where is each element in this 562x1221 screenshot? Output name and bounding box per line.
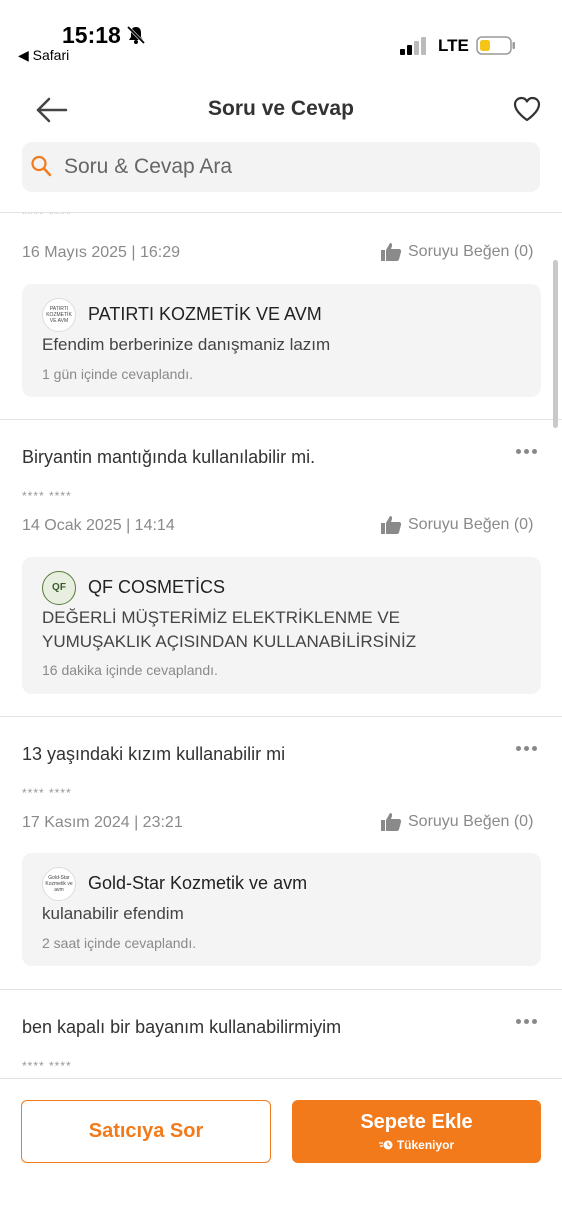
page-header: Soru ve Cevap [0,80,562,140]
network-type: LTE [438,36,469,55]
seller-logo: Gold-Star Kozmetik ve avm [42,867,76,901]
ask-seller-button[interactable]: Satıcıya Sor [21,1100,271,1163]
seller-answer: Gold-Star Kozmetik ve avm Gold-Star Kozm… [22,853,541,966]
answer-time: 1 gün içinde cevaplandı. [42,366,193,382]
stock-status: Tükeniyor [292,1138,541,1152]
heart-icon[interactable] [512,95,542,123]
answer-text: DEĞERLİ MÜŞTERİMİZ ELEKTRİKLENME VE YUMU… [42,608,417,651]
qa-item: 13 yaşındaki kızım kullanabilir mi **** … [0,717,562,990]
like-label: Soruyu Beğen (0) [408,243,534,260]
question-user: **** **** [22,786,72,800]
qa-list[interactable]: **** **** 16 Mayıs 2025 | 16:29 Soruyu B… [0,213,562,1078]
question-user: **** **** [22,213,72,221]
status-time: 15:18 [62,22,121,48]
like-label: Soruyu Beğen (0) [408,516,534,533]
like-label: Soruyu Beğen (0) [408,813,534,830]
signal-icon [400,37,426,55]
answer-time: 2 saat içinde cevaplandı. [42,935,197,951]
battery-icon [476,36,515,55]
question-user: **** **** [22,1059,72,1073]
thumbs-up-icon [381,813,402,831]
more-options-icon[interactable] [516,738,542,751]
page-title: Soru ve Cevap [208,97,354,120]
question-date: 14 Ocak 2025 | 14:14 [22,517,175,534]
question-date: 17 Kasım 2024 | 23:21 [22,814,183,831]
add-to-cart-label: Sepete Ekle [360,1111,473,1133]
bottom-action-bar: Satıcıya Sor Sepete Ekle Tükeniyor [0,1078,562,1221]
question-text: ben kapalı bir bayanım kullanabilirmiyim [22,1017,342,1037]
like-question-button[interactable]: Soruyu Beğen (0) [380,515,533,535]
answer-text: kulanabilir efendim [42,904,184,923]
question-user: **** **** [22,489,72,503]
seller-name[interactable]: QF COSMETİCS [88,577,225,598]
question-text: 13 yaşındaki kızım kullanabilir mi [22,744,286,764]
bell-muted-icon [126,25,146,45]
more-options-icon[interactable] [516,1011,542,1024]
back-to-safari[interactable]: ◀ Safari [18,47,69,64]
answer-time: 16 dakika içinde cevaplandı. [42,662,218,678]
thumbs-up-icon [381,516,402,534]
seller-logo: QF [42,571,76,605]
seller-logo: PATIRTI KOZMETİK VE AVM [42,298,76,332]
like-question-button[interactable]: Soruyu Beğen (0) [380,242,533,262]
search-bar[interactable] [22,142,540,192]
search-input[interactable] [64,142,524,192]
question-date: 16 Mayıs 2025 | 16:29 [22,244,181,261]
status-bar: 15:18 ◀ Safari LTE [0,0,562,72]
qa-item: **** **** 16 Mayıs 2025 | 16:29 Soruyu B… [0,213,562,420]
clock-icon [378,1140,393,1150]
seller-name[interactable]: Gold-Star Kozmetik ve avm [88,873,307,894]
question-text: Biryantin mantığında kullanılabilir mi. [22,447,316,467]
seller-name[interactable]: PATIRTI KOZMETİK VE AVM [88,304,322,325]
seller-answer: QF QF COSMETİCS DEĞERLİ MÜŞTERİMİZ ELEKT… [22,557,541,694]
search-icon [31,155,52,177]
seller-answer: PATIRTI KOZMETİK VE AVM PATIRTI KOZMETİK… [22,284,541,397]
more-options-icon[interactable] [516,441,542,454]
add-to-cart-button[interactable]: Sepete Ekle Tükeniyor [292,1100,541,1163]
like-question-button[interactable]: Soruyu Beğen (0) [380,812,533,832]
thumbs-up-icon [381,243,402,261]
stock-status-label: Tükeniyor [396,1138,455,1152]
qa-item: Biryantin mantığında kullanılabilir mi. … [0,420,562,717]
scrollbar[interactable] [553,260,558,428]
qa-item: ben kapalı bir bayanım kullanabilirmiyim… [0,990,562,1078]
answer-text: Efendim berberinize danışmaniz lazım [42,335,331,354]
